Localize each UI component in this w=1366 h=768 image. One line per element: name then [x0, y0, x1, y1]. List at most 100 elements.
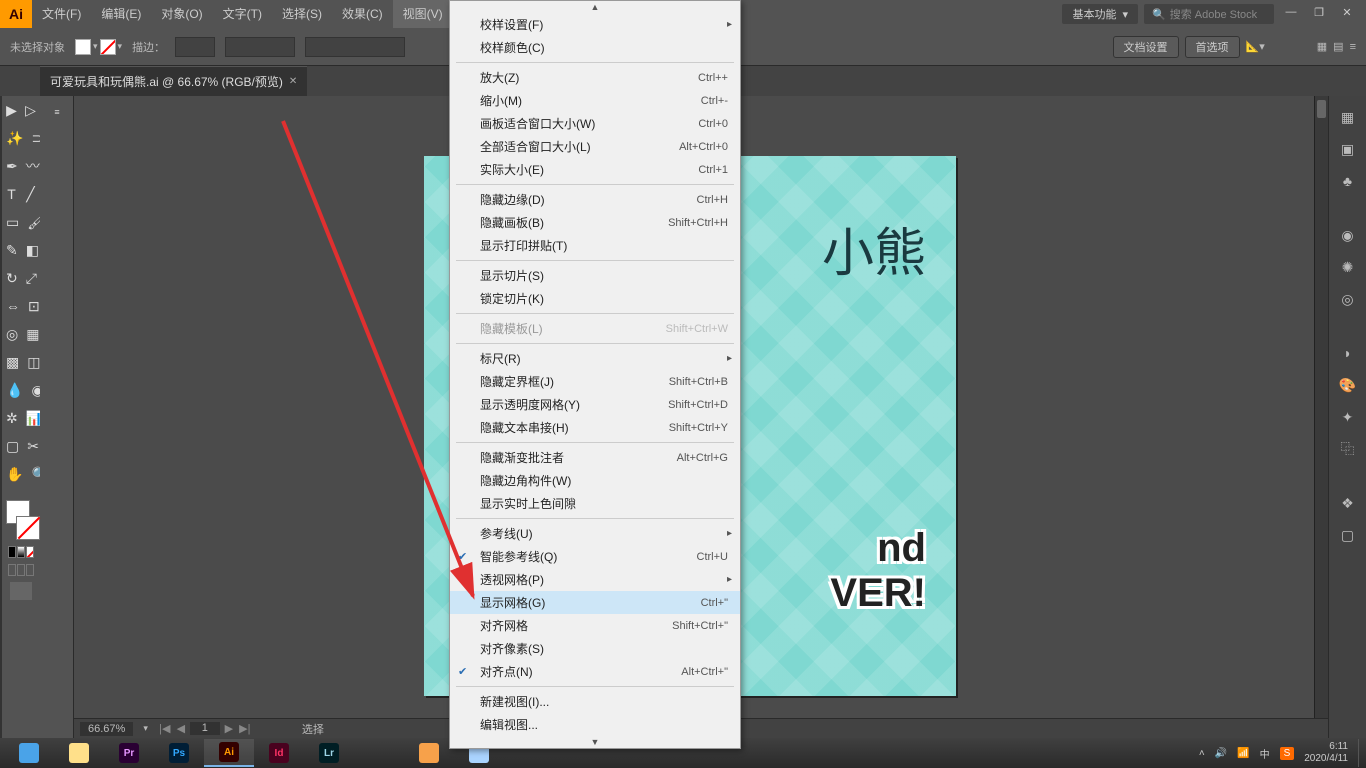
mesh-tool[interactable]: ▩: [6, 349, 19, 375]
minimize-button[interactable]: —: [1280, 6, 1302, 22]
menu-选择[interactable]: 选择(S): [272, 0, 332, 28]
next-artboard-button[interactable]: ▶: [222, 722, 236, 735]
menu-item[interactable]: 锁定切片(K): [450, 287, 740, 310]
stroke-profile-input[interactable]: [225, 37, 295, 57]
taskbar-app[interactable]: Id: [254, 739, 304, 767]
menu-item[interactable]: 编辑视图...: [450, 713, 740, 736]
free-transform-tool[interactable]: ⊡: [28, 293, 40, 319]
fill-stroke-indicator[interactable]: [6, 500, 46, 540]
selection-tool[interactable]: ▶: [6, 97, 17, 123]
stroke-color[interactable]: [16, 516, 40, 540]
menu-item[interactable]: 放大(Z)Ctrl++: [450, 66, 740, 89]
system-clock[interactable]: 6:11 2020/4/11: [1304, 741, 1348, 765]
taskbar-app[interactable]: [4, 739, 54, 767]
curvature-tool[interactable]: 〰: [26, 153, 40, 179]
gradient-panel-icon[interactable]: ✦: [1337, 406, 1359, 428]
symbols-panel-icon[interactable]: ◗: [1337, 342, 1359, 364]
layers-panel-icon[interactable]: ❖: [1337, 492, 1359, 514]
menu-item[interactable]: 显示透明度网格(Y)Shift+Ctrl+D: [450, 393, 740, 416]
menu-item[interactable]: 隐藏边缘(D)Ctrl+H: [450, 188, 740, 211]
menu-编辑[interactable]: 编辑(E): [91, 0, 151, 28]
menu-item[interactable]: 校样颜色(C): [450, 36, 740, 59]
menu-item[interactable]: 标尺(R): [450, 347, 740, 370]
menu-item[interactable]: 对齐像素(S): [450, 637, 740, 660]
menu-item[interactable]: 参考线(U): [450, 522, 740, 545]
taskbar-app[interactable]: [54, 739, 104, 767]
menu-对象[interactable]: 对象(O): [151, 0, 212, 28]
pen-tool[interactable]: ✒: [6, 153, 18, 179]
menu-item[interactable]: 校样设置(F): [450, 13, 740, 36]
fill-swatch[interactable]: [75, 39, 91, 55]
none-mode[interactable]: [26, 546, 34, 558]
artboard-number[interactable]: 1: [190, 722, 220, 735]
brushes-panel-icon[interactable]: ✺: [1337, 256, 1359, 278]
slice-tool[interactable]: ✂: [27, 433, 39, 459]
menu-item[interactable]: 隐藏画板(B)Shift+Ctrl+H: [450, 211, 740, 234]
show-desktop-button[interactable]: [1358, 739, 1364, 767]
taskbar-app[interactable]: Ai: [204, 739, 254, 767]
menu-item[interactable]: 对齐点(N)Alt+Ctrl+": [450, 660, 740, 683]
libraries-panel-icon[interactable]: ▣: [1337, 138, 1359, 160]
menu-item[interactable]: 显示网格(G)Ctrl+": [450, 591, 740, 614]
sogou-icon[interactable]: S: [1280, 747, 1295, 760]
hand-tool[interactable]: ✋: [6, 461, 23, 487]
chevron-down-icon[interactable]: ▾: [118, 41, 123, 52]
menu-item[interactable]: 全部适合窗口大小(L)Alt+Ctrl+0: [450, 135, 740, 158]
menu-效果[interactable]: 效果(C): [332, 0, 393, 28]
eyedropper-tool[interactable]: 💧: [6, 377, 23, 403]
gradient-tool[interactable]: ◫: [27, 349, 40, 375]
menu-item[interactable]: 显示切片(S): [450, 264, 740, 287]
first-artboard-button[interactable]: |◀: [158, 722, 172, 735]
symbol-sprayer-tool[interactable]: ✲: [6, 405, 18, 431]
cc-panel-icon[interactable]: ◉: [1337, 224, 1359, 246]
menu-item[interactable]: 实际大小(E)Ctrl+1: [450, 158, 740, 181]
taskbar-app[interactable]: Ps: [154, 739, 204, 767]
direct-selection-tool[interactable]: ▷: [25, 97, 36, 123]
expand-icon[interactable]: ≡: [44, 99, 70, 125]
close-icon[interactable]: ✕: [289, 76, 297, 87]
align-icon[interactable]: 📐▾: [1246, 40, 1265, 53]
menu-item[interactable]: 对齐网格Shift+Ctrl+": [450, 614, 740, 637]
shaper-tool[interactable]: ✎: [6, 237, 18, 263]
perspective-tool[interactable]: ▦: [26, 321, 39, 347]
zoom-level[interactable]: 66.67%: [80, 722, 133, 736]
taskbar-app[interactable]: Lr: [304, 739, 354, 767]
close-button[interactable]: ✕: [1336, 6, 1358, 22]
prev-artboard-button[interactable]: ◀: [174, 722, 188, 735]
draw-behind[interactable]: [17, 564, 25, 576]
maximize-button[interactable]: ❐: [1308, 6, 1330, 22]
menu-item[interactable]: 智能参考线(Q)Ctrl+U: [450, 545, 740, 568]
gradient-mode[interactable]: [17, 546, 25, 558]
menu-item[interactable]: 新建视图(I)...: [450, 690, 740, 713]
vertical-scrollbar[interactable]: [1314, 96, 1328, 718]
panel-icon[interactable]: ▦: [1317, 40, 1327, 53]
rectangle-tool[interactable]: ▭: [6, 209, 19, 235]
menu-item[interactable]: 隐藏渐变批注者Alt+Ctrl+G: [450, 446, 740, 469]
preferences-button[interactable]: 首选项: [1185, 36, 1240, 58]
document-setup-button[interactable]: 文档设置: [1113, 36, 1179, 58]
workspace-switcher[interactable]: 基本功能▾: [1062, 4, 1138, 24]
artboards-panel-icon[interactable]: ▢: [1337, 524, 1359, 546]
chevron-down-icon[interactable]: ▾: [93, 41, 98, 52]
stroke-swatch[interactable]: [100, 39, 116, 55]
magic-wand-tool[interactable]: ✨: [6, 125, 23, 151]
width-tool[interactable]: ⇔: [6, 293, 20, 319]
volume-icon[interactable]: 🔊: [1215, 748, 1227, 759]
panel-icon[interactable]: ▤: [1333, 40, 1343, 53]
menu-文字[interactable]: 文字(T): [213, 0, 272, 28]
menu-item[interactable]: 显示打印拼贴(T): [450, 234, 740, 257]
brush-input[interactable]: [305, 37, 405, 57]
draw-inside[interactable]: [26, 564, 34, 576]
panel-menu-icon[interactable]: ≡: [1350, 41, 1356, 53]
taskbar-app[interactable]: Pr: [104, 739, 154, 767]
ime-icon[interactable]: 中: [1260, 746, 1270, 761]
type-tool[interactable]: T: [6, 181, 17, 207]
menu-item[interactable]: 画板适合窗口大小(W)Ctrl+0: [450, 112, 740, 135]
line-tool[interactable]: ╱: [25, 181, 36, 207]
tray-up-icon[interactable]: ˄: [1199, 748, 1205, 759]
menu-item[interactable]: 显示实时上色间隙: [450, 492, 740, 515]
shape-builder-tool[interactable]: ◎: [6, 321, 18, 347]
menu-item[interactable]: 隐藏定界框(J)Shift+Ctrl+B: [450, 370, 740, 393]
transparency-panel-icon[interactable]: ⿻: [1337, 438, 1359, 460]
scale-tool[interactable]: ⤢: [26, 265, 37, 291]
